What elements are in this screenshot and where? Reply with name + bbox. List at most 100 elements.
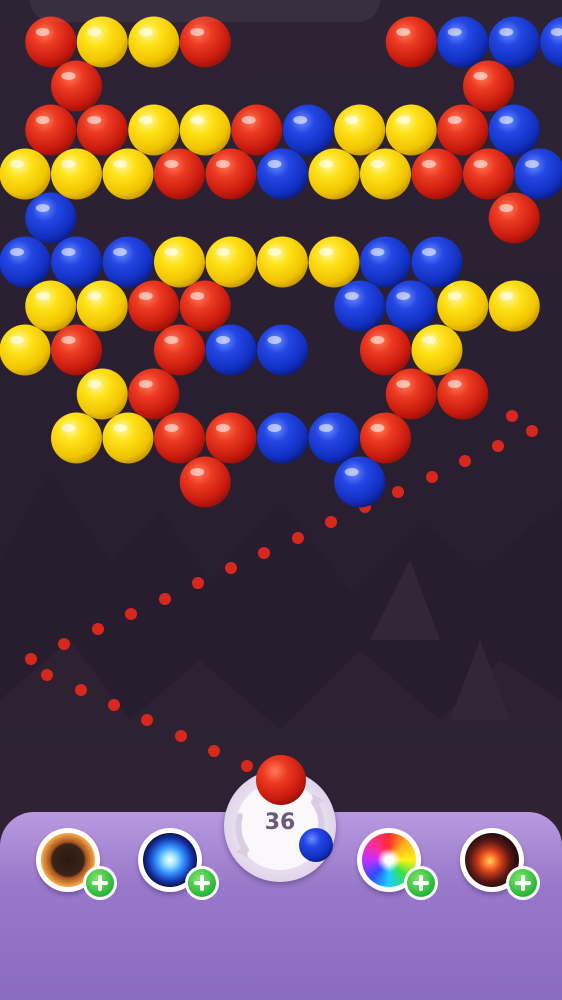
red-bubble xyxy=(463,60,514,112)
bubble-highlight xyxy=(473,72,488,80)
fireball-add-button[interactable] xyxy=(506,866,540,900)
plus-icon xyxy=(86,869,114,897)
bubble-highlight xyxy=(267,160,282,168)
bubble-highlight xyxy=(113,160,127,168)
yellow-bubble xyxy=(76,280,128,332)
aim-dot xyxy=(25,653,37,665)
blue-bubble xyxy=(25,192,77,244)
aim-dot xyxy=(125,608,137,620)
blue-bubble xyxy=(411,236,463,288)
red-bubble xyxy=(411,148,463,200)
red-bubble xyxy=(179,16,231,68)
bubble-highlight xyxy=(267,336,282,344)
red-bubble xyxy=(179,456,231,508)
bubble-highlight xyxy=(344,292,359,300)
yellow-bubble xyxy=(385,104,437,156)
blue-bubble xyxy=(540,16,562,68)
blue-bubble xyxy=(257,148,308,200)
red-bubble xyxy=(76,104,128,156)
bubble-highlight xyxy=(216,160,230,168)
bubble-highlight xyxy=(138,116,153,124)
bubble-highlight xyxy=(499,204,514,212)
yellow-bubble xyxy=(128,16,180,68)
bubble-highlight xyxy=(190,28,205,36)
bubble-highlight xyxy=(396,116,411,124)
red-bubble xyxy=(51,324,102,376)
bubble-highlight xyxy=(422,160,436,168)
red-bubble xyxy=(25,16,77,68)
aim-dot xyxy=(75,684,87,696)
aim-dot xyxy=(41,669,53,681)
red-bubble xyxy=(154,324,205,376)
yellow-bubble xyxy=(0,148,51,200)
bubble-highlight xyxy=(35,28,50,36)
bubble-highlight xyxy=(370,424,385,432)
bubble-highlight xyxy=(87,292,102,300)
bubble-highlight xyxy=(87,28,102,36)
bubble-highlight xyxy=(87,116,102,124)
bubble-highlight xyxy=(61,424,76,432)
yellow-bubble xyxy=(76,368,128,420)
blue-bubble xyxy=(257,324,308,376)
bubble-highlight xyxy=(164,336,179,344)
bubble-highlight xyxy=(138,292,153,300)
moves-counter: 36 xyxy=(264,810,296,835)
red-bubble xyxy=(205,412,257,464)
bubble-highlight xyxy=(319,248,333,256)
bubble-highlight xyxy=(10,248,24,256)
yellow-bubble xyxy=(360,148,411,200)
bubble-highlight xyxy=(344,468,359,476)
bubble-highlight xyxy=(164,248,179,256)
red-bubble xyxy=(360,412,411,464)
bubble-highlight xyxy=(396,292,411,300)
yellow-bubble xyxy=(25,280,77,332)
aim-dot xyxy=(325,516,337,528)
yellow-bubble xyxy=(308,236,360,288)
yellow-bubble xyxy=(334,104,386,156)
yellow-bubble xyxy=(0,324,51,376)
blue-bubble xyxy=(282,104,334,156)
bubble-highlight xyxy=(499,28,514,36)
yellow-bubble xyxy=(179,104,231,156)
bubble-highlight xyxy=(35,116,50,124)
yellow-bubble xyxy=(51,148,102,200)
plus-icon xyxy=(188,869,216,897)
aim-dot xyxy=(258,547,270,559)
bubble-highlight xyxy=(216,424,230,432)
red-bubble xyxy=(179,280,231,332)
red-bubble xyxy=(437,368,489,420)
bubble-highlight xyxy=(319,424,333,432)
bubble-highlight xyxy=(113,424,127,432)
bubble-highlight xyxy=(138,28,153,36)
bubble-highlight xyxy=(370,160,385,168)
red-bubble xyxy=(385,368,437,420)
aim-dot xyxy=(426,471,438,483)
rainbow-add-button[interactable] xyxy=(404,866,438,900)
bubble-highlight xyxy=(447,292,462,300)
bubble-highlight xyxy=(319,160,333,168)
bubble-highlight xyxy=(396,380,411,388)
blue-bubble xyxy=(488,104,540,156)
bubble-highlight xyxy=(267,248,282,256)
aim-dot xyxy=(92,623,104,635)
red-bubble xyxy=(128,368,180,420)
red-bubble xyxy=(231,104,283,156)
yellow-bubble xyxy=(154,236,205,288)
bubble-highlight xyxy=(447,116,462,124)
yellow-bubble xyxy=(51,412,102,464)
lightning-add-button[interactable] xyxy=(185,866,219,900)
bubble-highlight xyxy=(61,248,76,256)
bubble-highlight xyxy=(87,380,102,388)
red-bubble xyxy=(128,280,180,332)
red-bubble xyxy=(25,104,77,156)
bubble-highlight xyxy=(61,72,76,80)
yellow-bubble xyxy=(102,412,154,464)
bomb-add-button[interactable] xyxy=(83,866,117,900)
blue-bubble xyxy=(102,236,154,288)
red-bubble xyxy=(154,412,205,464)
bubble-highlight xyxy=(499,292,514,300)
aim-dot xyxy=(175,730,187,742)
blue-bubble xyxy=(334,280,386,332)
aim-dot xyxy=(108,699,120,711)
bubble-highlight xyxy=(138,380,153,388)
